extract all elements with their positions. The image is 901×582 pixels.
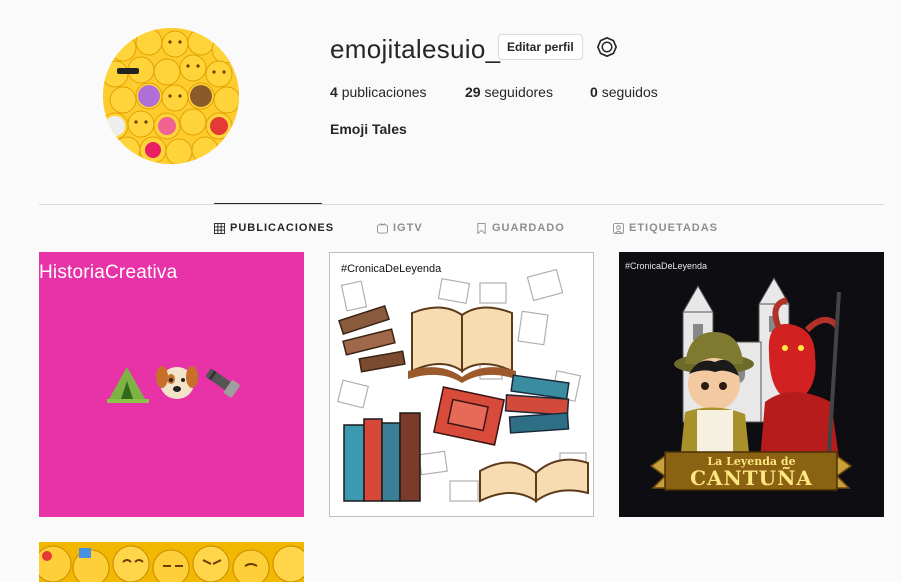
bookmark-icon bbox=[477, 222, 486, 234]
tv-icon bbox=[377, 222, 388, 234]
following-stat[interactable]: 0 seguidos bbox=[590, 84, 658, 100]
post-thumbnail-3[interactable]: #CronicaDeLeyenda La Leyenda de CANTUÑA bbox=[619, 252, 884, 517]
tab-guardado[interactable]: GUARDADO bbox=[476, 222, 565, 234]
tab-etiquetadas[interactable]: ETIQUETADAS bbox=[613, 222, 718, 234]
post-caption-text: HistoriaCreativa bbox=[39, 262, 178, 283]
banner-title-text: CANTUÑA bbox=[690, 466, 813, 490]
profile-full-name: Emoji Tales bbox=[330, 121, 407, 137]
tag-photo-icon bbox=[613, 222, 624, 234]
emoji-faces-image bbox=[39, 545, 304, 582]
edit-profile-button[interactable]: Editar perfil bbox=[498, 34, 583, 60]
post-thumbnail-1[interactable]: HistoriaCreativa bbox=[39, 252, 304, 517]
tab-publicaciones[interactable]: PUBLICACIONES bbox=[214, 222, 334, 234]
emoji-collage-image bbox=[103, 28, 239, 164]
post-thumbnail-2[interactable]: #CronicaDeLeyenda bbox=[329, 252, 594, 517]
post-thumbnail-4[interactable] bbox=[39, 542, 304, 582]
profile-avatar[interactable] bbox=[103, 28, 239, 164]
camping-dog-flashlight-emoji-image bbox=[107, 366, 240, 403]
books-illustration-image bbox=[336, 268, 589, 503]
active-tab-indicator bbox=[214, 203, 322, 204]
followers-stat[interactable]: 29 seguidores bbox=[465, 84, 553, 100]
settings-gear-icon[interactable] bbox=[596, 36, 618, 58]
tab-igtv[interactable]: IGTV bbox=[377, 222, 423, 234]
tabs-divider bbox=[39, 204, 884, 205]
grid-icon bbox=[214, 222, 225, 234]
profile-username: emojitalesuio_ bbox=[330, 34, 501, 64]
posts-stat: 4 publicaciones bbox=[330, 84, 427, 100]
